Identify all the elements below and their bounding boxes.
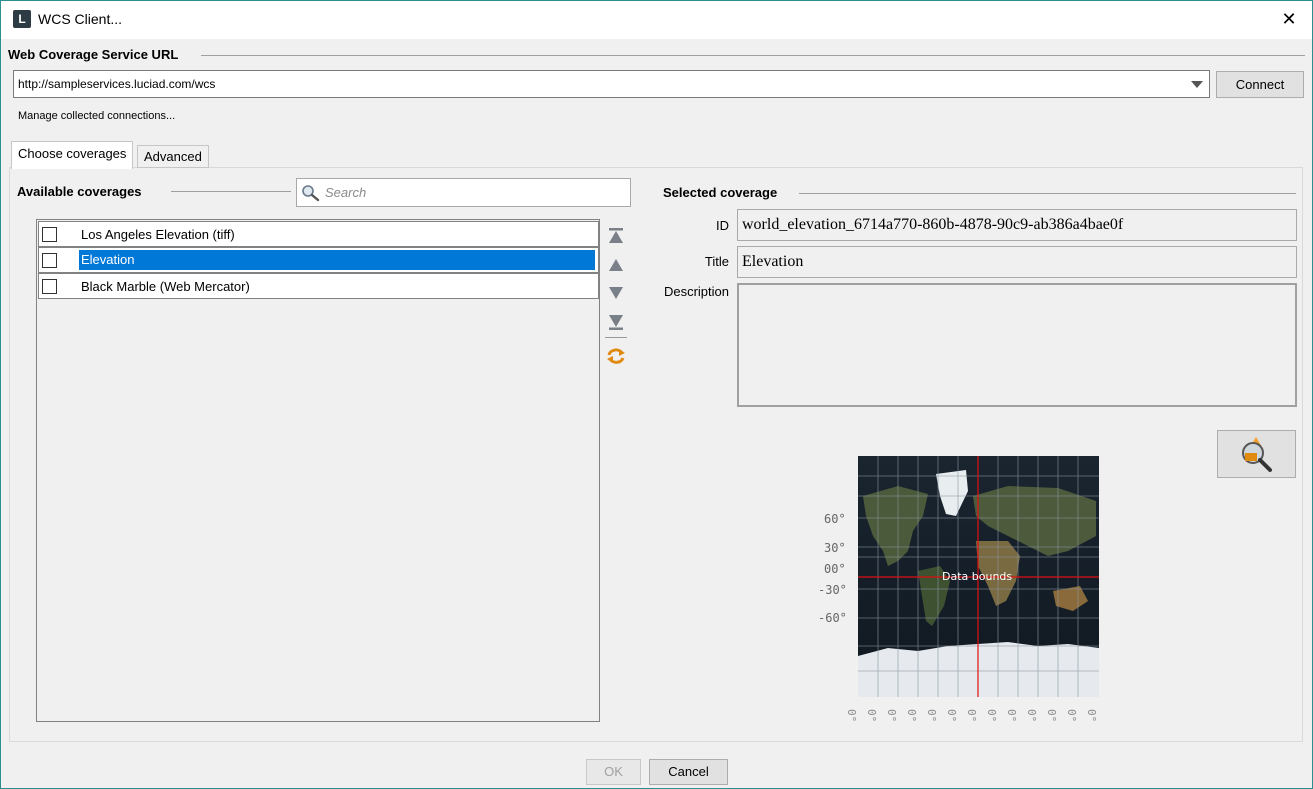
description-label: Description xyxy=(663,284,729,299)
move-up-icon[interactable] xyxy=(605,255,627,275)
lon-tick-label: 0° xyxy=(1065,709,1078,723)
lon-tick-label: 0° xyxy=(865,709,878,723)
coverage-label: Los Angeles Elevation (tiff) xyxy=(81,227,235,242)
refresh-icon[interactable] xyxy=(605,346,627,366)
id-label: ID xyxy=(716,218,729,233)
title-bar: L WCS Client... ✕ xyxy=(1,1,1312,39)
lon-tick-label: 0° xyxy=(1025,709,1038,723)
available-heading: Available coverages xyxy=(17,184,148,199)
lat-label: 60° xyxy=(824,512,846,526)
app-logo-icon: L xyxy=(13,10,31,28)
coverage-list[interactable]: Los Angeles Elevation (tiff) Elevation B… xyxy=(36,219,600,722)
window-title: WCS Client... xyxy=(38,11,123,27)
lat-label: -60° xyxy=(818,611,847,625)
ok-button[interactable]: OK xyxy=(586,759,641,785)
id-field[interactable]: world_elevation_6714a770-860b-4878-90c9-… xyxy=(737,209,1297,241)
url-combobox[interactable]: http://sampleservices.luciad.com/wcs xyxy=(13,70,1210,98)
move-to-bottom-icon[interactable] xyxy=(605,312,627,332)
lon-tick-label: 0° xyxy=(885,709,898,723)
url-value: http://sampleservices.luciad.com/wcs xyxy=(18,77,216,91)
list-item[interactable]: Elevation xyxy=(38,247,599,273)
coverage-checkbox[interactable] xyxy=(42,253,57,268)
longitude-tick-labels: 0° 0° 0° 0° 0° 0° 0° 0° 0° 0° 0° 0° 0° xyxy=(845,709,1098,727)
coverage-checkbox[interactable] xyxy=(42,279,57,294)
url-section-heading: Web Coverage Service URL xyxy=(8,47,185,62)
selected-divider xyxy=(799,193,1296,194)
search-placeholder: Search xyxy=(325,185,367,200)
manage-connections-link[interactable]: Manage collected connections... xyxy=(18,110,175,122)
list-item[interactable]: Los Angeles Elevation (tiff) xyxy=(38,221,599,247)
close-icon[interactable]: ✕ xyxy=(1266,1,1312,39)
title-label: Title xyxy=(704,254,729,269)
data-bounds-label: Data bounds xyxy=(942,570,1013,583)
lat-label: -30° xyxy=(818,583,847,597)
available-divider xyxy=(171,191,291,192)
lon-tick-label: 0° xyxy=(1045,709,1058,723)
lat-label: 00° xyxy=(824,562,846,576)
search-icon xyxy=(302,185,320,202)
lon-tick-label: 0° xyxy=(1005,709,1018,723)
lon-tick-label: 0° xyxy=(905,709,918,723)
title-field[interactable]: Elevation xyxy=(737,246,1297,278)
lon-tick-label: 0° xyxy=(985,709,998,723)
coverage-checkbox[interactable] xyxy=(42,227,57,242)
magnifier-zoom-icon xyxy=(1242,437,1272,472)
lon-tick-label: 0° xyxy=(945,709,958,723)
description-field[interactable] xyxy=(737,283,1297,407)
selected-heading: Selected coverage xyxy=(663,185,784,200)
tab-choose-coverages[interactable]: Choose coverages xyxy=(11,141,134,169)
lat-label: 30° xyxy=(824,541,846,555)
chevron-down-icon[interactable] xyxy=(1191,81,1203,88)
coverage-label: Elevation xyxy=(79,250,595,270)
lon-tick-label: 0° xyxy=(925,709,938,723)
lon-tick-label: 0° xyxy=(1085,709,1098,723)
move-down-icon[interactable] xyxy=(605,283,627,303)
zoom-to-bounds-button[interactable] xyxy=(1217,430,1296,478)
lon-tick-label: 0° xyxy=(965,709,978,723)
wcs-client-window: L WCS Client... ✕ Web Coverage Service U… xyxy=(0,0,1313,789)
tab-advanced[interactable]: Advanced xyxy=(137,145,209,168)
cancel-button[interactable]: Cancel xyxy=(649,759,728,785)
move-to-top-icon[interactable] xyxy=(605,226,627,246)
list-item[interactable]: Black Marble (Web Mercator) xyxy=(38,273,599,299)
coverage-preview-map[interactable]: Data bounds xyxy=(858,456,1099,697)
search-input[interactable]: Search xyxy=(296,178,631,207)
connect-button[interactable]: Connect xyxy=(1216,71,1304,98)
toolbar-separator xyxy=(605,337,627,338)
lon-tick-label: 0° xyxy=(845,709,858,723)
coverage-label: Black Marble (Web Mercator) xyxy=(81,279,250,294)
url-section-divider xyxy=(201,55,1305,56)
